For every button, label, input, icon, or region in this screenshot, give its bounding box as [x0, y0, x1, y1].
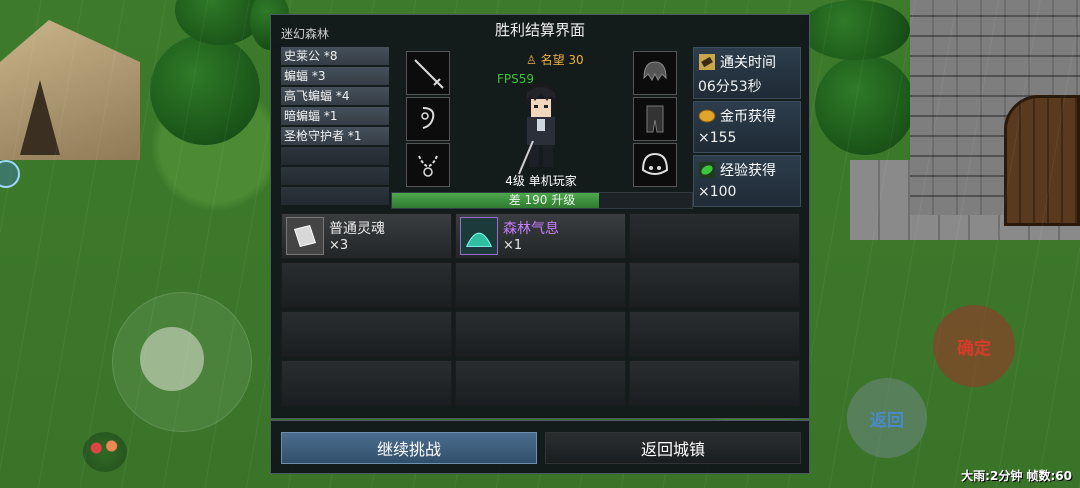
exp-value: ×100 [698, 184, 737, 200]
return-town-button[interactable]: 返回城镇 [545, 432, 801, 464]
exp-label: 经验获得 [720, 163, 776, 179]
necklace-slot[interactable] [406, 143, 450, 187]
kill-row-empty [281, 187, 389, 205]
player-avatar [518, 83, 557, 175]
kill-row-empty [281, 167, 389, 185]
weapon-slot[interactable] [406, 51, 450, 95]
fame-icon: ♙ [526, 53, 537, 67]
exp-remaining-text: 差 190 升级 [508, 193, 576, 207]
fame-text: 名望 30 [540, 53, 584, 67]
action-bar: 继续挑战 返回城镇 [270, 420, 810, 474]
exp-box: 经验获得 ×100 [693, 155, 801, 207]
reward-slot-empty [629, 262, 800, 308]
armor-slot[interactable] [633, 97, 677, 141]
exp-orb-icon [699, 162, 715, 178]
earring-slot[interactable] [406, 97, 450, 141]
reward-slot-empty [455, 262, 626, 308]
reward-slot-empty [455, 311, 626, 357]
kill-row: 圣枪守护者 *1 [281, 127, 389, 145]
fame-value: ♙ 名望 30 [526, 51, 584, 68]
reward-slot-empty [281, 360, 452, 406]
clear-time-value: 06分53秒 [698, 79, 762, 95]
exp-progress-bar: 差 190 升级 [391, 192, 693, 209]
helmet-slot[interactable] [633, 143, 677, 187]
reward-slot-empty [629, 360, 800, 406]
reward-slot-empty [455, 360, 626, 406]
necklace-icon [418, 155, 438, 177]
reward-item[interactable]: 普通灵魂 ×3 [281, 213, 452, 259]
kill-list: 史莱公 *8 蝙蝠 *3 高飞蝙蝠 *4 暗蝙蝠 *1 圣枪守护者 *1 [281, 47, 389, 207]
victory-dialog: 迷幻森林 胜利结算界面 史莱公 *8 蝙蝠 *3 高飞蝙蝠 *4 暗蝙蝠 *1 … [270, 14, 810, 419]
continue-challenge-button[interactable]: 继续挑战 [281, 432, 537, 464]
soul-icon [286, 217, 324, 255]
kill-row: 暗蝙蝠 *1 [281, 107, 389, 125]
forest-breath-icon [460, 217, 498, 255]
reward-item[interactable]: 森林气息 ×1 [455, 213, 626, 259]
reward-name: 普通灵魂 [329, 221, 385, 237]
gold-box: 金币获得 ×155 [693, 101, 801, 153]
joystick-knob[interactable] [140, 327, 204, 391]
clear-time-box: 通关时间 06分53秒 [693, 47, 801, 99]
reward-slot-empty [629, 311, 800, 357]
helmet-icon [641, 152, 669, 175]
kill-row: 高飞蝙蝠 *4 [281, 87, 389, 105]
back-button[interactable]: 返回 [847, 378, 927, 458]
kill-row-empty [281, 147, 389, 165]
reward-slot-empty [629, 213, 800, 259]
weather-fps-status: 大雨:2分钟 帧数:60 [961, 469, 1072, 483]
earring-icon [421, 107, 435, 129]
reward-count: ×3 [329, 238, 349, 253]
kill-row: 蝙蝠 *3 [281, 67, 389, 85]
reward-slot-empty [281, 311, 452, 357]
ticket-icon [699, 54, 715, 70]
reward-name: 森林气息 [503, 221, 559, 237]
reward-slot-empty [281, 262, 452, 308]
hair-icon [643, 61, 667, 81]
sword-icon [414, 59, 444, 89]
hair-slot[interactable] [633, 51, 677, 95]
gold-coin-icon [698, 109, 716, 123]
dialog-title: 胜利结算界面 [494, 21, 585, 39]
reward-count: ×1 [503, 238, 523, 253]
reward-grid: 普通灵魂 ×3 森林气息 ×1 [281, 213, 801, 413]
gold-value: ×155 [698, 130, 737, 146]
player-name-level: 4级 单机玩家 [505, 174, 577, 188]
armor-icon [646, 105, 664, 133]
kill-row: 史莱公 *8 [281, 47, 389, 65]
clear-time-label: 通关时间 [720, 55, 776, 71]
confirm-button[interactable]: 确定 [933, 305, 1015, 387]
gold-label: 金币获得 [720, 109, 776, 125]
